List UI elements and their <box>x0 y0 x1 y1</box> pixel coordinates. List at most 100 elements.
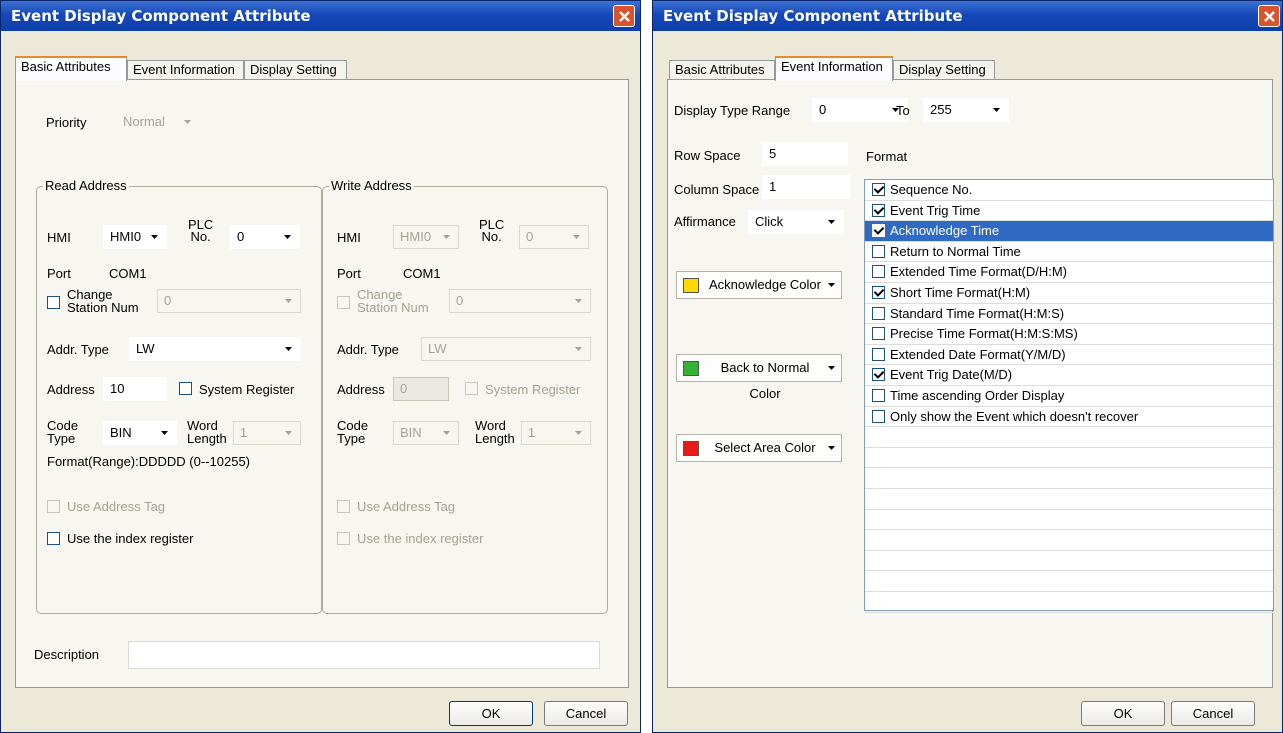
format-list-item[interactable]: Only show the Event which doesn't recove… <box>865 407 1273 428</box>
read-hmi-value: HMI0 <box>110 229 142 244</box>
window-title: Event Display Component Attribute <box>11 7 311 25</box>
format-list-item[interactable]: Event Trig Date(M/D) <box>865 365 1273 386</box>
dialog-event-information: Event Display Component Attribute Basic … <box>652 0 1283 733</box>
read-change-station-value: 0 <box>164 293 172 308</box>
write-code-type-value: BIN <box>400 425 422 440</box>
write-address-label: Address <box>337 382 385 397</box>
read-use-index-register-checkbox[interactable] <box>47 532 60 545</box>
format-list-item[interactable]: Event Trig Time <box>865 201 1273 222</box>
read-system-register-checkbox[interactable] <box>179 382 192 395</box>
read-word-length-label: Word Length <box>187 418 227 446</box>
read-hmi-label: HMI <box>47 230 71 245</box>
chevron-down-icon <box>575 431 582 435</box>
format-item-checkbox[interactable] <box>872 183 885 196</box>
back-to-normal-color-label: Back to Normal Color <box>720 360 810 401</box>
title-bar: Event Display Component Attribute <box>653 1 1282 31</box>
format-list-empty-row <box>865 448 1273 469</box>
format-item-checkbox[interactable] <box>872 203 885 217</box>
write-use-address-tag-label: Use Address Tag <box>357 499 456 514</box>
format-item-checkbox[interactable] <box>872 244 885 258</box>
write-addr-type-label: Addr. Type <box>337 342 399 357</box>
read-port-label: Port <box>47 266 71 281</box>
dialog-basic-attributes: Event Display Component Attribute Basic … <box>0 0 641 733</box>
chevron-down-icon <box>285 299 292 303</box>
close-icon[interactable] <box>1258 5 1280 27</box>
read-address-input[interactable]: 10 <box>103 377 167 401</box>
format-list-item[interactable]: Precise Time Format(H:M:S:MS) <box>865 324 1273 345</box>
format-list-item[interactable]: Standard Time Format(H:M:S) <box>865 304 1273 325</box>
read-system-register-label: System Register <box>199 382 295 397</box>
priority-label: Priority <box>46 115 87 130</box>
write-change-station-select: 0 <box>449 289 591 313</box>
format-list-empty-row <box>865 510 1273 531</box>
range-to-select[interactable]: 255 <box>923 98 1009 122</box>
format-item-checkbox[interactable] <box>872 409 885 423</box>
ok-button[interactable]: OK <box>1081 701 1165 726</box>
range-from-select[interactable]: 0 <box>812 98 908 122</box>
write-hmi-label: HMI <box>337 230 361 245</box>
write-plc-value: 0 <box>526 229 534 244</box>
tab-event-information[interactable]: Event Information <box>775 56 893 81</box>
ok-button[interactable]: OK <box>449 701 533 726</box>
format-list-empty-row <box>865 468 1273 489</box>
format-label: Format <box>866 149 908 164</box>
write-use-index-register-label: Use the index register <box>357 531 484 546</box>
format-list-item[interactable]: Short Time Format(H:M) <box>865 283 1273 304</box>
format-list-item[interactable]: Extended Time Format(D/H:M) <box>865 262 1273 283</box>
read-use-index-register-label: Use the index register <box>67 531 194 546</box>
format-list-item[interactable]: Return to Normal Time <box>865 242 1273 263</box>
format-list-item[interactable]: Time ascending Order Display <box>865 386 1273 407</box>
format-item-checkbox[interactable] <box>872 306 885 320</box>
row-space-input[interactable]: 5 <box>762 142 848 166</box>
read-change-station-checkbox[interactable] <box>47 296 60 309</box>
write-code-type-select: BIN <box>393 421 459 445</box>
tab-basic-attributes[interactable]: Basic Attributes <box>15 56 127 81</box>
format-item-label: Standard Time Format(H:M:S) <box>890 305 1065 321</box>
format-item-checkbox[interactable] <box>872 224 885 238</box>
format-list-empty-row <box>865 551 1273 572</box>
format-list-item[interactable]: Acknowledge Time <box>865 221 1273 242</box>
chevron-down-icon <box>575 347 582 351</box>
format-item-checkbox[interactable] <box>872 327 885 341</box>
format-item-checkbox[interactable] <box>872 389 885 402</box>
format-item-checkbox[interactable] <box>872 286 885 299</box>
read-use-address-tag-checkbox <box>47 500 60 513</box>
write-address-title: Write Address <box>329 178 414 193</box>
select-area-color-label: Select Area Color <box>714 440 816 455</box>
tab-display-setting[interactable]: Display Setting <box>893 60 995 80</box>
read-plc-select[interactable]: 0 <box>230 225 300 249</box>
write-hmi-select: HMI0 <box>393 225 459 249</box>
chevron-down-icon <box>443 235 450 239</box>
select-area-color-swatch <box>683 441 699 456</box>
read-hmi-select[interactable]: HMI0 <box>103 225 167 249</box>
column-space-input[interactable]: 1 <box>762 175 850 199</box>
chevron-down-icon <box>828 220 835 224</box>
format-list-item[interactable]: Sequence No. <box>865 180 1273 201</box>
format-item-checkbox[interactable] <box>872 347 885 361</box>
back-to-normal-color-button[interactable]: Back to Normal Color <box>676 354 842 401</box>
select-area-color-button[interactable]: Select Area Color <box>676 434 842 462</box>
chevron-down-icon <box>161 431 168 435</box>
format-item-checkbox[interactable] <box>872 265 885 279</box>
read-code-type-select[interactable]: BIN <box>103 421 177 445</box>
read-addr-type-value: LW <box>136 341 155 356</box>
write-change-station-label: Change Station Num <box>357 287 429 315</box>
close-icon[interactable] <box>613 5 635 27</box>
cancel-button[interactable]: Cancel <box>1171 701 1255 726</box>
affirmance-select[interactable]: Click <box>748 210 844 234</box>
acknowledge-color-button[interactable]: Acknowledge Color <box>676 271 842 299</box>
format-item-label: Event Trig Date(M/D) <box>890 367 1013 383</box>
format-list-item[interactable]: Extended Date Format(Y/M/D) <box>865 345 1273 366</box>
tab-basic-attributes[interactable]: Basic Attributes <box>669 60 775 80</box>
format-item-checkbox[interactable] <box>872 368 885 382</box>
write-system-register-checkbox <box>465 382 478 395</box>
write-system-register-label: System Register <box>485 382 581 397</box>
column-space-label: Column Space <box>674 182 760 197</box>
format-item-label: Only show the Event which doesn't recove… <box>890 408 1139 424</box>
write-code-type-label: Code Type <box>337 418 369 446</box>
cancel-button[interactable]: Cancel <box>544 701 628 726</box>
read-addr-type-select[interactable]: LW <box>129 337 301 361</box>
tab-event-information[interactable]: Event Information <box>127 60 244 80</box>
description-input[interactable] <box>128 641 600 669</box>
tab-display-setting[interactable]: Display Setting <box>244 60 347 80</box>
